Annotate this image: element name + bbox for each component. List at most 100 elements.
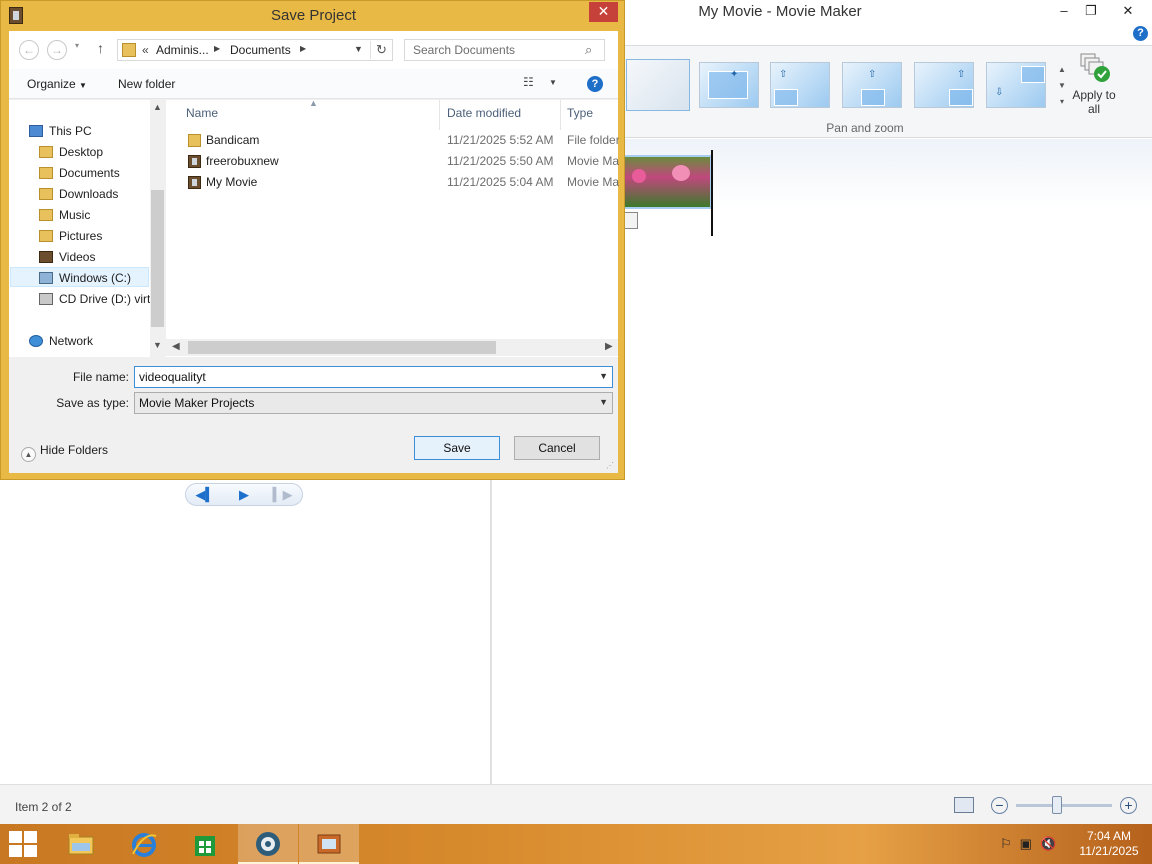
videos-icon — [39, 251, 53, 263]
restore-button[interactable]: ❐ — [1076, 0, 1106, 22]
media-app-icon — [256, 832, 280, 856]
navigation-pane-scrollbar[interactable]: ▲ ▼ — [150, 100, 165, 357]
scroll-up-icon[interactable]: ▲ — [150, 102, 165, 112]
nav-item-downloads[interactable]: Downloads — [39, 184, 149, 204]
folder-icon — [39, 188, 53, 200]
action-center-flag-icon[interactable]: ⚐ — [1000, 836, 1012, 851]
scrollbar-thumb[interactable] — [188, 341, 496, 354]
thumbnail-size-icon[interactable] — [954, 797, 974, 813]
new-folder-button[interactable]: New folder — [118, 77, 175, 91]
pan-zoom-option-5[interactable]: ⇩ — [986, 62, 1046, 108]
minimize-button[interactable]: – — [1049, 0, 1079, 22]
column-divider[interactable] — [439, 100, 440, 130]
start-button[interactable] — [9, 831, 39, 857]
video-clip-thumbnail[interactable] — [620, 155, 712, 209]
breadcrumb-item-documents[interactable]: Documents — [230, 43, 291, 57]
file-row[interactable]: Bandicam 11/21/2025 5:52 AM File folder — [166, 130, 619, 151]
column-divider[interactable] — [560, 100, 561, 130]
zoom-slider-track[interactable] — [1016, 804, 1112, 807]
movie-maker-icon — [317, 834, 341, 854]
dialog-titlebar[interactable]: Save Project ✕ — [1, 1, 624, 31]
save-as-type-select[interactable]: Movie Maker Projects ▼ — [134, 392, 613, 414]
gallery-scroll-buttons[interactable]: ▲ ▼ ▾ — [1055, 62, 1069, 112]
file-name-input[interactable] — [135, 367, 595, 387]
file-row[interactable]: freerobuxnew 11/21/2025 5:50 AM Movie Ma… — [166, 151, 619, 172]
save-button[interactable]: Save — [414, 436, 500, 460]
taskbar-movie-maker[interactable] — [299, 824, 359, 864]
nav-item-this-pc[interactable]: This PC — [29, 121, 149, 141]
scroll-right-icon[interactable]: ▶ — [605, 341, 613, 352]
address-bar[interactable]: « Adminis... ▶ Documents ▶ ▼ ↻ — [117, 39, 393, 61]
breadcrumb-overflow[interactable]: « — [142, 43, 149, 57]
hide-folders-button[interactable]: ▲ Hide Folders — [21, 443, 108, 462]
dialog-close-button[interactable]: ✕ — [589, 2, 618, 22]
nav-item-windows-c[interactable]: Windows (C:) — [10, 267, 149, 287]
windows-logo-icon — [24, 831, 37, 843]
refresh-icon[interactable]: ↻ — [370, 41, 392, 59]
file-list-horizontal-scrollbar[interactable]: ◀ ▶ — [166, 339, 618, 356]
cancel-button[interactable]: Cancel — [514, 436, 600, 460]
taskbar-clock[interactable]: 7:04 AM 11/21/2025 — [1070, 829, 1148, 859]
resize-grip-icon[interactable]: ⋰ — [606, 461, 614, 470]
nav-item-network[interactable]: Network — [29, 331, 149, 351]
search-box[interactable]: ⌕ — [404, 39, 605, 61]
playback-cursor[interactable] — [711, 150, 713, 236]
breadcrumb-item-administrator[interactable]: Adminis... — [156, 43, 209, 57]
previous-frame-icon[interactable]: ◀▍ — [186, 487, 225, 503]
column-header-name[interactable]: Name — [186, 106, 218, 130]
file-row[interactable]: My Movie 11/21/2025 5:04 AM Movie Maker … — [166, 172, 619, 193]
zoom-slider-thumb[interactable] — [1052, 796, 1062, 814]
movie-project-icon — [188, 155, 201, 168]
search-icon[interactable]: ⌕ — [585, 42, 592, 58]
nav-item-music[interactable]: Music — [39, 205, 149, 225]
chevron-down-icon: ▼ — [79, 81, 87, 90]
apply-to-all-button[interactable]: Apply to all — [1072, 52, 1116, 116]
up-one-level-icon[interactable]: ↑ — [97, 40, 104, 56]
view-options-icon[interactable]: ☷ — [523, 75, 534, 89]
address-dropdown-icon[interactable]: ▼ — [354, 44, 363, 54]
scroll-left-icon[interactable]: ◀ — [172, 341, 180, 352]
folder-icon — [39, 230, 53, 242]
zoom-in-icon[interactable]: + — [1120, 797, 1137, 814]
nav-item-documents[interactable]: Documents — [39, 163, 149, 183]
nav-item-desktop[interactable]: Desktop — [39, 142, 149, 162]
recent-locations-icon[interactable]: ▾ — [75, 41, 79, 50]
file-name-combobox[interactable]: ▼ — [134, 366, 613, 388]
pan-zoom-option-2[interactable]: ⇧ — [770, 62, 830, 108]
column-header-type[interactable]: Type — [567, 106, 593, 130]
pan-zoom-none-option[interactable] — [626, 59, 690, 111]
scroll-down-icon[interactable]: ▼ — [150, 340, 165, 350]
chevron-down-icon[interactable]: ▼ — [599, 397, 608, 407]
organize-button[interactable]: Organize ▼ — [27, 77, 87, 91]
pan-zoom-option-3[interactable]: ⇧ — [842, 62, 902, 108]
taskbar-store[interactable] — [175, 824, 235, 864]
volume-muted-icon[interactable]: 🔇 — [1040, 836, 1056, 851]
chevron-down-icon[interactable]: ▼ — [599, 371, 608, 381]
nav-item-cd-drive[interactable]: CD Drive (D:) virt — [39, 289, 150, 309]
view-dropdown-icon[interactable]: ▼ — [549, 78, 557, 87]
back-icon[interactable]: ← — [19, 40, 39, 60]
close-button[interactable]: ✕ — [1113, 0, 1143, 22]
column-header-date-modified[interactable]: Date modified — [447, 106, 521, 130]
forward-icon[interactable]: → — [47, 40, 67, 60]
taskbar-internet-explorer[interactable] — [114, 824, 174, 864]
chevron-right-icon[interactable]: ▶ — [214, 44, 220, 53]
pan-zoom-auto-option[interactable]: ✦ — [699, 62, 759, 108]
scrollbar-thumb[interactable] — [151, 190, 164, 327]
pan-zoom-option-4[interactable]: ⇧ — [914, 62, 974, 108]
play-icon[interactable]: ▶ — [225, 487, 264, 503]
nav-item-pictures[interactable]: Pictures — [39, 226, 149, 246]
network-status-icon[interactable]: ▣ — [1020, 836, 1032, 851]
help-icon[interactable]: ? — [1133, 26, 1148, 41]
zoom-out-icon[interactable]: − — [991, 797, 1008, 814]
help-icon[interactable]: ? — [587, 76, 603, 92]
taskbar-file-explorer[interactable] — [51, 824, 111, 864]
nav-item-videos[interactable]: Videos — [39, 247, 149, 267]
taskbar-media-app[interactable] — [238, 824, 298, 864]
next-frame-icon[interactable]: ▍▶ — [263, 487, 302, 503]
window-title: My Movie - Movie Maker — [698, 3, 862, 20]
search-input[interactable] — [405, 40, 580, 60]
chevron-right-icon[interactable]: ▶ — [300, 44, 306, 53]
arrow-down-icon: ⇩ — [995, 87, 1004, 98]
cd-drive-icon — [39, 293, 53, 305]
